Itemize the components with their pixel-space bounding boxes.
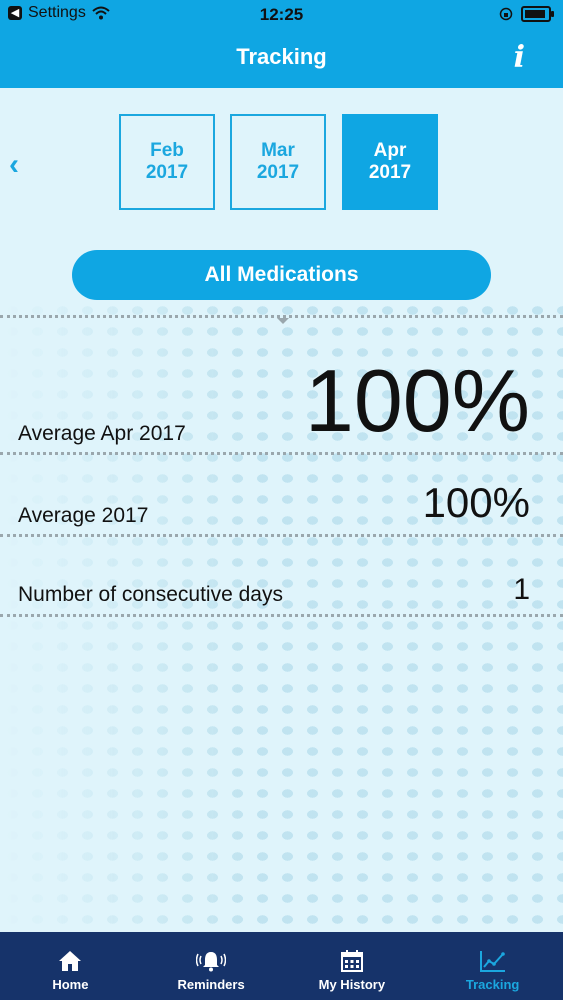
tab-label: Tracking [465,977,520,992]
tab-reminders[interactable]: Reminders [141,932,282,1000]
battery-level [525,10,545,18]
yearly-average-value: 100% [422,479,530,526]
tab-label: Reminders [177,977,245,992]
tab-label: Home [52,977,89,992]
tab-bar: Home Reminders My History Tracking [0,932,563,1000]
all-medications-button[interactable]: All Medications [72,250,491,300]
monthly-average-label: Average Apr 2017 [18,422,186,445]
divider [0,452,563,455]
page-title: Tracking [236,44,327,69]
month-year: 2017 [145,162,189,183]
dropdown-pointer-icon [277,318,289,324]
chevron-left-icon[interactable]: ‹ [9,148,19,182]
orientation-lock-icon [499,7,513,21]
status-bar: ◀ Settings 12:25 [0,0,563,30]
tab-label: My History [318,977,386,992]
tab-my-history[interactable]: My History [282,932,423,1000]
status-time: 12:25 [259,5,304,24]
month-selector: ‹ Feb 2017 Mar 2017 Apr 2017 [0,110,563,220]
month-tab-feb[interactable]: Feb 2017 [119,114,215,210]
month-year: 2017 [368,162,412,183]
yearly-average-label: Average 2017 [18,504,149,527]
tab-tracking[interactable]: Tracking [422,932,563,1000]
month-year: 2017 [256,162,300,183]
consecutive-days-value: 1 [513,573,530,606]
calendar-icon [340,950,363,972]
month-label: Mar [261,140,295,161]
month-label: Feb [150,140,184,161]
tab-home[interactable]: Home [0,932,141,1000]
bell-icon [196,952,227,972]
divider [0,614,563,617]
monthly-average-value: 100% [304,351,530,450]
battery-icon [521,6,554,22]
home-icon [59,951,82,971]
month-tab-apr[interactable]: Apr 2017 [342,114,438,210]
chart-icon [479,951,505,972]
nav-bar: Tracking i [0,30,563,88]
consecutive-days-label: Number of consecutive days [18,583,283,606]
month-label: Apr [373,140,407,161]
divider [0,534,563,537]
info-icon[interactable]: i [514,40,525,75]
month-tab-mar[interactable]: Mar 2017 [230,114,326,210]
